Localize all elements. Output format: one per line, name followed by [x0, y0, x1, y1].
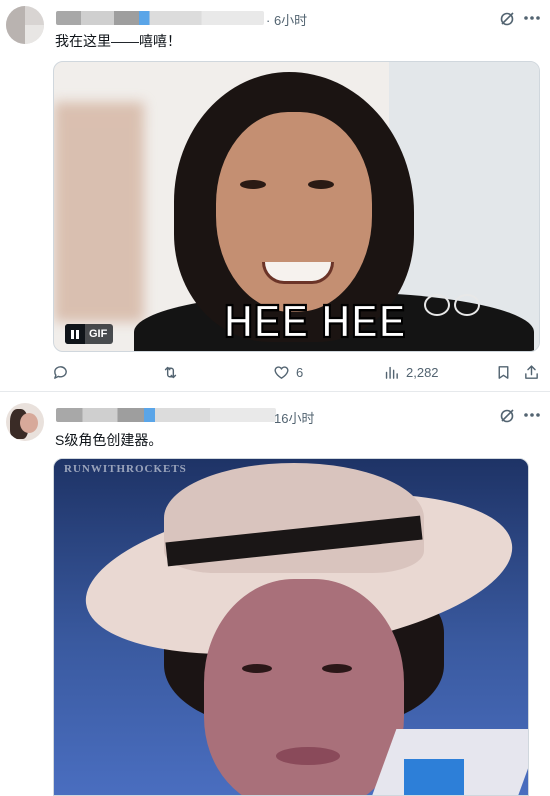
views-count: 2,282 — [406, 365, 439, 380]
lips — [276, 747, 340, 765]
post-text: S级角色创建器。 — [55, 432, 163, 448]
like-count: 6 — [296, 365, 304, 380]
post-text: 我在这里——嘻嘻！ — [55, 33, 181, 49]
shirt — [404, 759, 464, 795]
repost-button[interactable] — [162, 364, 179, 381]
post-1[interactable]: · 6小时 我在这里——嘻嘻！ HEE HEE GIF 6 2,282 — [0, 0, 550, 392]
gif-caption: HEE HEE — [223, 295, 407, 348]
eye — [322, 664, 352, 673]
jacket-badge — [424, 294, 450, 316]
post-timestamp[interactable]: 16小时 — [274, 408, 314, 427]
grok-icon[interactable] — [499, 408, 515, 424]
avatar[interactable] — [6, 403, 44, 441]
eye — [240, 180, 266, 189]
smile — [262, 262, 334, 284]
more-icon[interactable] — [523, 412, 541, 418]
reply-button[interactable] — [52, 364, 69, 381]
eye — [242, 664, 272, 673]
author-name-redacted[interactable] — [56, 408, 276, 422]
views-icon — [385, 366, 398, 379]
author-name-redacted[interactable] — [56, 11, 264, 25]
views-button[interactable]: 2,282 — [383, 364, 439, 381]
eye — [308, 180, 334, 189]
gif-label: GIF — [89, 328, 108, 340]
heart-icon — [274, 366, 289, 379]
bookmark-icon — [498, 366, 509, 379]
repost-icon — [164, 366, 177, 379]
action-bar: 6 2,282 — [0, 362, 550, 388]
gif-media[interactable]: RUNWITHROCKETS — [53, 458, 529, 796]
reply-icon — [54, 366, 67, 379]
share-button[interactable] — [523, 364, 540, 381]
watermark: RUNWITHROCKETS — [64, 463, 187, 475]
gif-badge[interactable]: GIF — [65, 324, 114, 344]
more-icon[interactable] — [523, 15, 541, 21]
background-blur — [54, 102, 144, 322]
avatar[interactable] — [6, 6, 44, 44]
pause-icon[interactable] — [65, 324, 85, 344]
post-2[interactable]: 16小时 S级角色创建器。 RUNWITHROCKETS — [0, 393, 550, 796]
bookmark-button[interactable] — [495, 364, 512, 381]
share-icon — [525, 365, 538, 379]
like-button[interactable]: 6 — [273, 364, 303, 381]
grok-icon[interactable] — [499, 11, 515, 27]
gif-media[interactable]: HEE HEE GIF — [53, 61, 540, 352]
post-timestamp[interactable]: · 6小时 — [266, 10, 307, 29]
jacket-badge — [454, 294, 480, 316]
